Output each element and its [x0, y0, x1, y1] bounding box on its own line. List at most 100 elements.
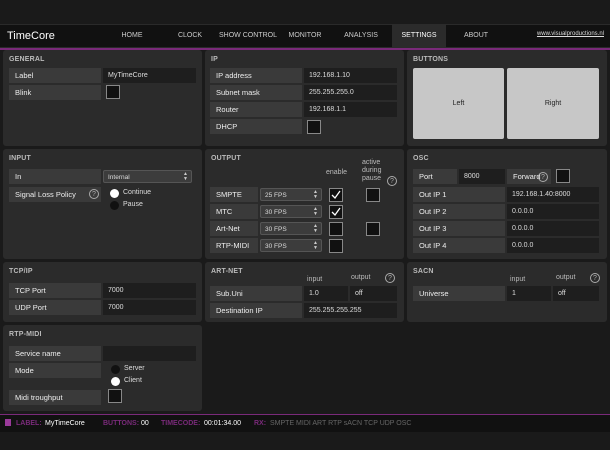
updown-arrows-icon: ▲ ▼ — [313, 240, 318, 251]
router-input[interactable]: 192.168.1.1 — [304, 102, 397, 117]
panel-title: RTP-MIDI — [9, 331, 42, 338]
updown-arrows-icon: ▲ ▼ — [313, 206, 318, 217]
ip-panel: IP IP address 192.168.1.10 Subnet mask 2… — [205, 50, 404, 146]
panel-title: OSC — [413, 155, 429, 162]
input-panel: INPUT In Internal ▲ ▼ Signal Loss Policy … — [3, 149, 202, 259]
out-ip-4-input[interactable]: 0.0.0.0 — [507, 238, 599, 253]
out-ip-2-label: Out IP 2 — [413, 204, 505, 219]
status-buttons-key: BUTTONS: — [103, 420, 140, 427]
server-label: Server — [124, 365, 145, 372]
app-title: TimeCore — [7, 30, 55, 42]
label-label: Label — [9, 68, 101, 83]
status-bar: LABEL: MyTimeCore BUTTONS: 00 TIMECODE: … — [0, 414, 610, 432]
udp-port-input[interactable]: 7000 — [103, 300, 196, 315]
panel-title: ART-NET — [211, 268, 243, 275]
status-label-value: MyTimeCore — [45, 420, 85, 427]
enable-header: enable — [326, 169, 348, 176]
in-select[interactable]: Internal ▲ ▼ — [103, 170, 192, 183]
nav-settings[interactable]: SETTINGS — [392, 24, 446, 48]
universe-input[interactable]: 1 — [507, 286, 551, 301]
nav-about[interactable]: ABOUT — [456, 24, 496, 48]
destination-ip-label: Destination IP — [210, 303, 302, 318]
nav-home[interactable]: HOME — [112, 24, 152, 48]
updown-arrows-icon: ▲ ▼ — [313, 223, 318, 234]
nav-show-control[interactable]: SHOW CONTROL — [218, 24, 278, 48]
mtc-enable-checkbox[interactable] — [329, 205, 343, 219]
out-ip-3-label: Out IP 3 — [413, 221, 505, 236]
pause-label: Pause — [123, 201, 143, 208]
server-radio[interactable] — [111, 365, 120, 374]
sacn-panel: SACN input output ? Universe 1 off — [407, 262, 607, 322]
subnet-mask-input[interactable]: 255.255.255.0 — [304, 85, 397, 100]
nav-monitor[interactable]: MONITOR — [283, 24, 327, 48]
updown-arrows-icon: ▲ ▼ — [183, 171, 188, 182]
universe-label: Universe — [413, 286, 505, 301]
smpte-fps-select[interactable]: 25 FPS ▲ ▼ — [260, 188, 322, 201]
panel-title: BUTTONS — [413, 56, 449, 63]
left-button[interactable]: Left — [413, 68, 504, 139]
sub-uni-output[interactable]: off — [350, 286, 397, 301]
mode-label: Mode — [9, 363, 101, 378]
nav-clock[interactable]: CLOCK — [172, 24, 208, 48]
osc-port-input[interactable]: 8000 — [459, 169, 505, 184]
rtpmidi-panel: RTP-MIDI Service name Mode Server Client… — [3, 325, 202, 411]
panel-title: SACN — [413, 268, 434, 275]
status-rx-key: RX: — [254, 420, 267, 427]
rtpmidi-fps-select[interactable]: 30 FPS ▲ ▼ — [260, 239, 322, 252]
status-timecode-value: 00:01:34.00 — [204, 420, 241, 427]
out-ip-3-input[interactable]: 0.0.0.0 — [507, 221, 599, 236]
mtc-fps-value: 30 FPS — [265, 209, 287, 216]
help-icon[interactable]: ? — [387, 176, 397, 186]
help-icon[interactable]: ? — [89, 189, 99, 199]
panel-title: INPUT — [9, 155, 31, 162]
help-icon[interactable]: ? — [385, 273, 395, 283]
checkmark-icon — [331, 190, 341, 200]
output-header: output — [351, 274, 371, 281]
service-name-input[interactable] — [103, 346, 196, 361]
continue-label: Continue — [123, 189, 152, 196]
blink-label: Blink — [9, 85, 101, 100]
output-header: output — [556, 274, 576, 281]
artnet-fps-select[interactable]: 30 FPS ▲ ▼ — [260, 222, 322, 235]
help-icon[interactable]: ? — [590, 273, 600, 283]
tcp-port-input[interactable]: 7000 — [103, 283, 196, 298]
universe-output[interactable]: off — [553, 286, 599, 301]
udp-port-label: UDP Port — [9, 300, 101, 315]
rtpmidi-enable-checkbox[interactable] — [329, 239, 343, 253]
status-indicator-icon — [5, 419, 11, 426]
blink-checkbox[interactable] — [106, 85, 120, 99]
ip-address-input[interactable]: 192.168.1.10 — [304, 68, 397, 83]
smpte-enable-checkbox[interactable] — [329, 188, 343, 202]
rtpmidi-label: RTP-MIDI — [210, 238, 258, 253]
out-ip-2-input[interactable]: 0.0.0.0 — [507, 204, 599, 219]
label-input[interactable]: MyTimeCore — [103, 68, 196, 83]
midi-throughput-checkbox[interactable] — [108, 389, 122, 403]
continue-radio[interactable] — [110, 189, 119, 198]
sub-uni-label: Sub.Uni — [210, 286, 302, 301]
updown-arrows-icon: ▲ ▼ — [313, 189, 318, 200]
sub-uni-input[interactable]: 1.0 — [304, 286, 348, 301]
in-label: In — [9, 169, 101, 184]
right-button[interactable]: Right — [507, 68, 599, 139]
mtc-fps-select[interactable]: 30 FPS ▲ ▼ — [260, 205, 322, 218]
forward-checkbox[interactable] — [556, 169, 570, 183]
mtc-label: MTC — [210, 204, 258, 219]
out-ip-1-label: Out IP 1 — [413, 187, 505, 202]
input-header: input — [510, 276, 526, 283]
artnet-enable-checkbox[interactable] — [329, 222, 343, 236]
help-icon[interactable]: ? — [538, 172, 548, 182]
artnet-active-pause-checkbox[interactable] — [366, 222, 380, 236]
osc-port-label: Port — [413, 169, 457, 184]
panel-title: GENERAL — [9, 56, 45, 63]
out-ip-1-input[interactable]: 192.168.1.40:8000 — [507, 187, 599, 202]
midi-throughput-label: Midi troughput — [9, 390, 101, 405]
website-link[interactable]: www.visualproductions.nl — [537, 31, 604, 37]
pause-radio[interactable] — [110, 201, 119, 210]
signal-loss-label: Signal Loss Policy — [9, 187, 101, 202]
dhcp-checkbox[interactable] — [307, 120, 321, 134]
smpte-active-pause-checkbox[interactable] — [366, 188, 380, 202]
nav-analysis[interactable]: ANALYSIS — [340, 24, 382, 48]
destination-ip-input[interactable]: 255.255.255.255 — [304, 303, 397, 318]
client-radio[interactable] — [111, 377, 120, 386]
status-timecode-key: TIMECODE: — [161, 420, 201, 427]
